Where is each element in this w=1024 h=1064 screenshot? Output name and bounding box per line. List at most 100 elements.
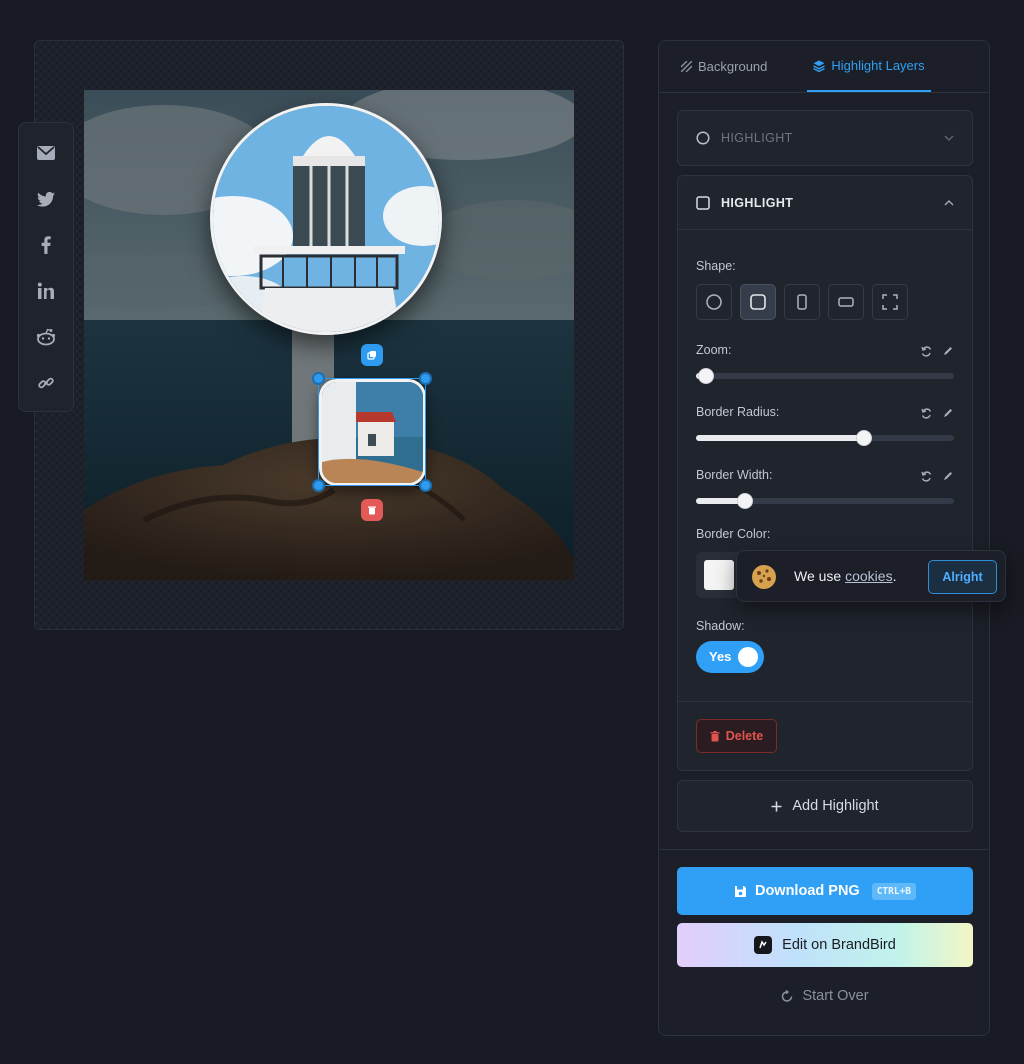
house-zoom-image xyxy=(322,382,423,483)
cookie-prefix: We use xyxy=(794,568,846,584)
lighthouse-zoom-image xyxy=(213,106,439,332)
share-toolbar xyxy=(18,122,74,412)
chevron-down-icon xyxy=(944,135,954,141)
start-over-label: Start Over xyxy=(802,988,869,1004)
resize-handle-bottom-right[interactable] xyxy=(419,479,432,492)
resize-handle-top-left[interactable] xyxy=(312,372,325,385)
pencil-icon xyxy=(944,347,952,355)
shadow-toggle[interactable]: Yes xyxy=(696,641,764,673)
copy-link-button[interactable] xyxy=(26,363,66,403)
download-shortcut-badge: CTRL+B xyxy=(871,882,917,900)
reset-border-radius-button[interactable] xyxy=(920,407,932,419)
border-width-label: Border Width: xyxy=(696,468,773,482)
border-radius-slider-knob[interactable] xyxy=(855,430,872,446)
reset-icon xyxy=(920,407,931,419)
reset-icon xyxy=(920,470,931,482)
shape-fullscreen-button[interactable] xyxy=(872,284,908,320)
rounded-square-shape-icon xyxy=(750,294,766,310)
download-label: Download PNG xyxy=(754,883,860,899)
portrait-shape-icon xyxy=(797,294,807,310)
edit-border-radius-button[interactable] xyxy=(942,407,954,419)
layers-icon xyxy=(813,60,826,72)
share-email-button[interactable] xyxy=(26,133,66,173)
border-width-slider[interactable] xyxy=(696,493,954,509)
zoom-slider[interactable] xyxy=(696,368,954,384)
reset-zoom-button[interactable] xyxy=(920,345,932,357)
add-highlight-label: Add Highlight xyxy=(792,798,879,814)
border-radius-slider[interactable] xyxy=(696,430,954,446)
highlight-card-collapsed: HIGHLIGHT xyxy=(677,110,973,166)
duplicate-highlight-button[interactable] xyxy=(361,344,383,366)
square-icon xyxy=(696,195,710,210)
circle-highlight[interactable] xyxy=(210,103,442,335)
fullscreen-icon xyxy=(882,294,898,310)
share-reddit-button[interactable] xyxy=(26,317,66,357)
trash-icon xyxy=(710,730,720,741)
highlight-expanded-label: HIGHLIGHT xyxy=(721,195,794,210)
cookie-suffix: . xyxy=(892,568,897,584)
settings-panel: Background Highlight Layers HIGHLIGHT HI… xyxy=(658,40,990,1036)
shadow-toggle-text: Yes xyxy=(709,649,732,664)
add-highlight-button[interactable]: Add Highlight xyxy=(677,780,973,832)
edit-on-brandbird-button[interactable]: Edit on BrandBird xyxy=(677,923,973,967)
refresh-icon xyxy=(782,989,793,1002)
pattern-icon xyxy=(681,61,692,72)
tab-highlight-layers[interactable]: Highlight Layers xyxy=(807,41,931,92)
chevron-up-icon xyxy=(944,199,954,205)
pencil-icon xyxy=(944,409,952,417)
twitter-icon xyxy=(37,191,55,207)
highlight-collapsed-label: HIGHLIGHT xyxy=(721,131,793,145)
link-icon xyxy=(38,377,54,389)
circle-shape-icon xyxy=(706,294,722,310)
border-width-actions xyxy=(920,470,954,482)
highlight-card-expanded-header[interactable]: HIGHLIGHT xyxy=(678,176,972,230)
square-highlight[interactable] xyxy=(319,379,426,486)
delete-highlight-floating-button[interactable] xyxy=(361,499,383,521)
resize-handle-top-right[interactable] xyxy=(419,372,432,385)
circle-icon xyxy=(696,131,710,145)
tab-background-label: Background xyxy=(698,59,768,74)
border-width-slider-knob[interactable] xyxy=(737,493,754,509)
shape-portrait-button[interactable] xyxy=(784,284,820,320)
facebook-icon xyxy=(41,236,51,254)
edit-zoom-button[interactable] xyxy=(942,345,954,357)
landscape-shape-icon xyxy=(838,297,854,307)
border-radius-label: Border Radius: xyxy=(696,405,780,419)
tab-highlight-layers-label: Highlight Layers xyxy=(831,58,925,73)
zoom-label: Zoom: xyxy=(696,343,732,357)
cookie-accept-button[interactable]: Alright xyxy=(928,560,997,594)
cookie-banner: We use cookies. Alright xyxy=(736,550,1006,602)
shape-landscape-button[interactable] xyxy=(828,284,864,320)
cookies-link[interactable]: cookies xyxy=(845,568,892,584)
share-twitter-button[interactable] xyxy=(26,179,66,219)
shape-options xyxy=(696,284,908,320)
card-divider xyxy=(678,701,972,702)
plus-icon xyxy=(771,801,782,811)
border-radius-actions xyxy=(920,407,954,419)
brandbird-glyph xyxy=(759,940,767,949)
resize-handle-bottom-left[interactable] xyxy=(312,479,325,492)
reset-border-width-button[interactable] xyxy=(920,470,932,482)
tab-background[interactable]: Background xyxy=(677,41,771,92)
highlight-card-collapsed-header[interactable]: HIGHLIGHT xyxy=(678,111,972,165)
edit-border-width-button[interactable] xyxy=(942,470,954,482)
zoom-slider-knob[interactable] xyxy=(698,368,715,384)
panel-tabs: Background Highlight Layers xyxy=(659,41,989,93)
highlight-card-expanded: HIGHLIGHT Shape: Zoom: Border Radius: Bo… xyxy=(677,175,973,771)
shadow-label: Shadow: xyxy=(696,619,745,633)
copy-icon xyxy=(367,351,376,360)
share-facebook-button[interactable] xyxy=(26,225,66,265)
shape-rounded-square-button[interactable] xyxy=(740,284,776,320)
linkedin-icon xyxy=(37,282,54,299)
delete-highlight-button[interactable]: Delete xyxy=(696,719,777,753)
panel-divider xyxy=(659,849,989,850)
mail-icon xyxy=(37,146,55,160)
shape-label: Shape: xyxy=(696,259,736,273)
start-over-button[interactable]: Start Over xyxy=(677,981,973,1011)
border-color-swatch[interactable] xyxy=(704,560,734,590)
shape-circle-button[interactable] xyxy=(696,284,732,320)
share-linkedin-button[interactable] xyxy=(26,271,66,311)
reddit-icon xyxy=(36,328,56,346)
delete-label: Delete xyxy=(725,729,764,743)
download-png-button[interactable]: Download PNG CTRL+B xyxy=(677,867,973,915)
